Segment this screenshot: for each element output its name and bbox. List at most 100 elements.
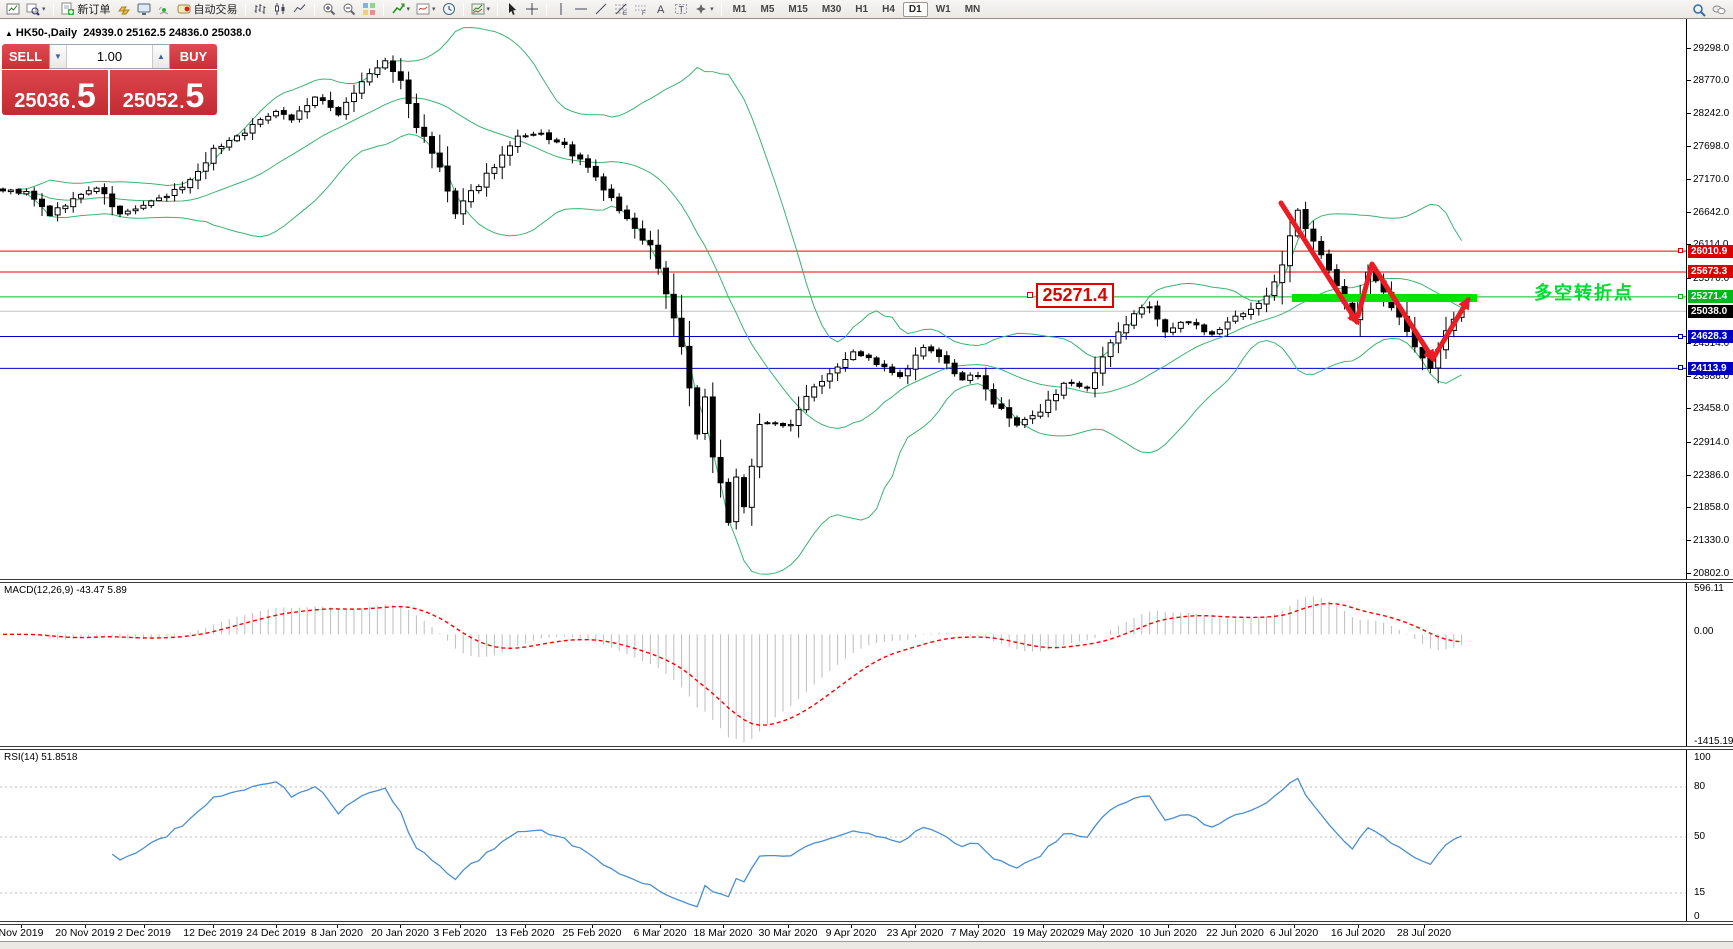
date-axis-label: 28 Jul 2020 [1397,927,1451,939]
candles-chart-button[interactable] [270,1,290,18]
clock-button[interactable] [439,1,459,18]
chart-window-icon [6,2,20,16]
shapes-button[interactable]: ▾ [691,1,717,18]
timeframe-h1-button[interactable]: H1 [849,2,874,17]
indicator-list-button[interactable]: ▾ [413,1,439,18]
bars-chart-button[interactable] [250,1,270,18]
horizontal-line-button[interactable] [571,1,591,18]
date-axis-label: 25 Feb 2020 [563,927,622,939]
new-order-button[interactable]: 新订单 [58,1,114,18]
volume-decrease-button[interactable]: ▼ [50,45,67,68]
timeframe-mn-button[interactable]: MN [959,2,987,17]
trendline-button[interactable] [591,1,611,18]
sell-button[interactable]: SELL [2,44,49,69]
price-axis-tick: 27170.0 [1687,173,1729,185]
chart-profile-button[interactable]: ▾ [468,1,494,18]
chat-button[interactable] [1709,1,1729,18]
fibonacci-button[interactable]: E [611,1,631,18]
price-line-label: 26010.9 [1688,245,1733,258]
bollinger-middle [19,98,1462,429]
volume-input[interactable]: 1.00 [67,45,152,68]
chart-macd-splitter[interactable] [0,579,1733,583]
price-axis-tick: 20802.0 [1687,567,1729,579]
price-tick-label: 22914.0 [1693,437,1729,448]
macd-indicator-panel[interactable] [0,583,1686,746]
toolbar-separator [497,3,498,16]
price-axis-tick: 22914.0 [1687,436,1729,448]
price-tick-label: 21330.0 [1693,535,1729,546]
text-button[interactable]: A [651,1,671,18]
search-icon [1692,3,1706,17]
price-axis-tick: 21858.0 [1687,502,1729,514]
price-axis-tick: 28770.0 [1687,75,1729,87]
timeframe-m15-button[interactable]: M15 [782,2,813,17]
sell-price-frac: 5 [77,83,96,111]
equidistant-button[interactable]: F [631,1,651,18]
gold-button[interactable] [114,1,134,18]
buy-price[interactable]: 25052 . 5 [110,70,217,115]
mql5-button[interactable] [134,1,154,18]
price-annotation[interactable]: 25271.4 [1036,283,1114,308]
macd-axis-label: 0.00 [1694,626,1713,637]
toolbar-group [502,0,542,19]
date-axis-label: 23 Apr 2020 [887,927,944,939]
line-chart-button[interactable] [290,1,310,18]
trend-arrow-3[interactable] [1434,300,1468,357]
bollinger-lower [19,134,1462,574]
toolbar-separator [463,3,464,16]
rsi-line [112,778,1461,906]
sell-price-main: 25036 [14,91,70,111]
timeframe-m1-button[interactable]: M1 [727,2,753,17]
candlestick-chart[interactable] [0,19,1686,579]
candles [1,55,1465,529]
volume-increase-button[interactable]: ▲ [152,45,169,68]
macd-rsi-splitter[interactable] [0,746,1733,750]
line-endpoint-marker [1678,334,1683,339]
autotrade-button[interactable]: 自动交易 [174,1,241,18]
date-axis-label: 8 Jan 2020 [311,927,363,939]
dropdown-caret-icon: ▾ [432,5,436,13]
buy-button[interactable]: BUY [170,44,217,69]
date-axis-label: 10 Jun 2020 [1139,927,1197,939]
chart-title: ▲HK50-,Daily 24939.0 25162.5 24836.0 250… [5,27,251,39]
sell-price[interactable]: 25036 . 5 [2,70,108,115]
volume-stepper: ▼ 1.00 ▲ [49,44,170,69]
timeframe-d1-button[interactable]: D1 [903,2,928,17]
tile-windows-icon [362,2,376,16]
timeframe-w1-button[interactable]: W1 [930,2,957,17]
timeframe-m30-button[interactable]: M30 [816,2,847,17]
rsi-axis-label: 50 [1694,831,1705,842]
label-icon: T [674,2,688,16]
zoom-out-button[interactable] [339,1,359,18]
rsi-indicator-panel[interactable] [0,750,1686,921]
label-button[interactable]: T [671,1,691,18]
search-button[interactable] [1689,1,1709,18]
date-axis[interactable]: Nov 201920 Nov 20192 Dec 201912 Dec 2019… [0,925,1733,941]
gold-icon [117,2,131,16]
indicators-button[interactable]: ▾ [388,1,414,18]
price-axis[interactable]: 29298.028770.028242.027698.027170.026642… [1686,19,1733,925]
vertical-line-button[interactable] [551,1,571,18]
candles-chart-icon [273,2,287,16]
rsi-dates-splitter[interactable] [0,921,1733,925]
price-tick-label: 29298.0 [1693,43,1729,54]
profiles-button[interactable]: ▾ [23,1,49,18]
macd-histogram [3,597,1462,742]
date-axis-label: 6 Jul 2020 [1270,927,1318,939]
tile-windows-button[interactable] [359,1,379,18]
buy-price-main: 25052 [123,91,179,111]
price-axis-tick: 21330.0 [1687,534,1729,546]
chart-window-button[interactable] [3,1,23,18]
timeframe-h4-button[interactable]: H4 [876,2,901,17]
zoom-in-button[interactable] [319,1,339,18]
line-endpoint-marker [1678,365,1683,370]
indicators-icon [391,2,405,16]
pivot-zone-segment[interactable] [1292,294,1477,302]
toolbar-separator [721,3,722,16]
timeframe-m5-button[interactable]: M5 [754,2,780,17]
pivot-note-text[interactable]: 多空转折点 [1534,279,1634,305]
cursor-button[interactable] [502,1,522,18]
signals-button[interactable] [154,1,174,18]
crosshair-button[interactable] [522,1,542,18]
indicator-list-icon [416,2,430,16]
